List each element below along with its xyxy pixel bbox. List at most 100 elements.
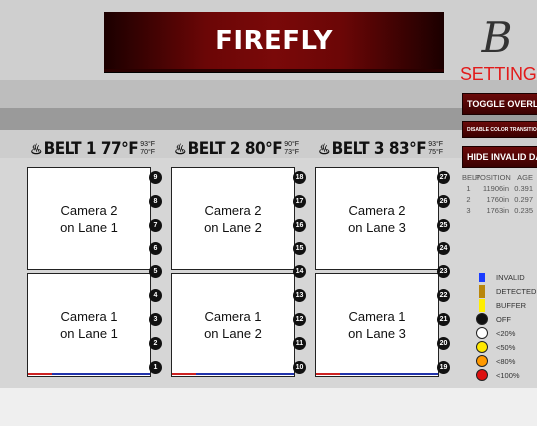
slot-indicator: 6 <box>149 242 162 255</box>
table-row: 1 11906in 0.391 <box>462 183 537 194</box>
app-title: FIREFLY <box>215 25 333 56</box>
cell-position: 11906in <box>482 184 509 193</box>
cell-belt: 3 <box>466 206 471 215</box>
slot-indicator: 4 <box>149 289 162 302</box>
camera-1-lane-3-view[interactable]: Camera 1 on Lane 3 <box>315 273 439 377</box>
belt-status-table: BELT POSITION AGE 1 11906in 0.391 2 1760… <box>462 172 537 216</box>
band-3 <box>0 108 537 130</box>
slot-indicator: 25 <box>437 219 450 232</box>
legend-swatch <box>479 298 485 312</box>
legend-item: <80% <box>476 354 536 368</box>
lane-1-red-line <box>28 373 52 375</box>
belt-1-high: 93°F <box>140 141 156 148</box>
camera-label-line1: Camera 2 <box>348 202 406 218</box>
thermometer-icon: ♨ <box>30 140 43 157</box>
camera-2-lane-2-view[interactable]: Camera 2 on Lane 2 <box>171 167 295 270</box>
slot-indicator: 9 <box>149 171 162 184</box>
legend-label: <100% <box>496 370 520 380</box>
camera-label-line1: Camera 1 <box>348 309 406 324</box>
slot-indicator: 11 <box>293 337 306 350</box>
camera-label: Camera 2 on Lane 1 <box>60 202 118 236</box>
cell-belt: 1 <box>466 184 471 193</box>
slot-indicator: 27 <box>437 171 450 184</box>
camera-label-line1: Camera 1 <box>204 309 262 324</box>
camera-label-line1: Camera 2 <box>60 202 118 218</box>
table-header-row: BELT POSITION AGE <box>462 172 537 183</box>
title-banner: FIREFLY <box>104 12 444 72</box>
bottom-band <box>0 388 537 426</box>
camera-label-line2: on Lane 3 <box>348 219 406 235</box>
slot-indicator: 1 <box>149 361 162 374</box>
legend-label: <20% <box>496 328 516 338</box>
table-row: 2 1760in 0.297 <box>462 194 537 205</box>
slot-indicator: 10 <box>293 361 306 374</box>
disable-color-transitions-button[interactable]: DISABLE COLOR TRANSITIONS <box>462 121 537 138</box>
camera-label-line2: on Lane 1 <box>60 326 118 341</box>
slot-indicator: 21 <box>437 313 450 326</box>
slot-indicator: 3 <box>149 313 162 326</box>
legend-swatch <box>476 327 488 339</box>
lane-3-red-line <box>316 373 340 375</box>
camera-label-line2: on Lane 1 <box>60 219 118 235</box>
legend-swatch <box>476 369 488 381</box>
legend-item: OFF <box>476 312 536 326</box>
camera-label-line2: on Lane 2 <box>204 219 262 235</box>
legend: INVALID DETECTED BUFFER OFF <20% <50% <8… <box>476 270 536 382</box>
slot-indicator: 24 <box>437 242 450 255</box>
settings-label: SETTINGS <box>460 64 537 84</box>
slot-indicator: 14 <box>293 265 306 278</box>
camera-1-lane-1-view[interactable]: Camera 1 on Lane 1 <box>27 273 151 377</box>
legend-swatch <box>479 272 485 282</box>
legend-label: INVALID <box>496 272 525 282</box>
belt-2-header: ♨ BELT 2 80°F 90°F 73°F <box>174 136 299 162</box>
col-position-header: POSITION <box>475 173 511 182</box>
band-2 <box>0 80 537 108</box>
slot-indicator: 8 <box>149 195 162 208</box>
belt-2-high: 90°F <box>284 141 300 148</box>
slot-indicator: 22 <box>437 289 450 302</box>
thermometer-icon: ♨ <box>318 140 331 157</box>
belt-2-temp: BELT 2 80°F <box>187 139 283 159</box>
col-belt-header: BELT <box>462 173 481 182</box>
slot-indicator: 26 <box>437 195 450 208</box>
legend-swatch <box>476 355 488 367</box>
lane-2-blue-line <box>196 373 294 375</box>
lane-2-red-line <box>172 373 196 375</box>
lane-3-blue-line <box>340 373 438 375</box>
cell-position: 1763in <box>486 206 509 215</box>
slot-indicator: 20 <box>437 337 450 350</box>
legend-label: <50% <box>496 342 516 352</box>
legend-swatch <box>476 341 488 353</box>
slot-indicator: 19 <box>437 361 450 374</box>
belt-3-low: 75°F <box>428 149 444 156</box>
slot-indicator: 12 <box>293 313 306 326</box>
toggle-overlays-button[interactable]: TOGGLE OVERLAYS <box>462 93 537 115</box>
camera-label: Camera 1 on Lane 1 <box>60 308 118 342</box>
cell-position: 1760in <box>486 195 509 204</box>
belt-2-low: 73°F <box>284 149 300 156</box>
col-age-header: AGE <box>517 173 533 182</box>
camera-label: Camera 1 on Lane 3 <box>348 308 406 342</box>
camera-1-lane-2-view[interactable]: Camera 1 on Lane 2 <box>171 273 295 377</box>
cell-age: 0.297 <box>514 195 533 204</box>
cell-age: 0.235 <box>514 206 533 215</box>
belt-3-high: 93°F <box>428 141 444 148</box>
camera-2-lane-3-view[interactable]: Camera 2 on Lane 3 <box>315 167 439 270</box>
lane-1-blue-line <box>52 373 150 375</box>
belt-3-temp: BELT 3 83°F <box>331 139 427 159</box>
slot-indicator: 7 <box>149 219 162 232</box>
legend-label: <80% <box>496 356 516 366</box>
belt-1-temp: BELT 1 77°F <box>43 139 139 159</box>
camera-2-lane-1-view[interactable]: Camera 2 on Lane 1 <box>27 167 151 270</box>
camera-label: Camera 1 on Lane 2 <box>204 308 262 342</box>
slot-indicator: 18 <box>293 171 306 184</box>
legend-label: DETECTED <box>496 286 537 296</box>
legend-item: DETECTED <box>476 284 536 298</box>
legend-item: <20% <box>476 326 536 340</box>
slot-indicator: 16 <box>293 219 306 232</box>
belt-3-header: ♨ BELT 3 83°F 93°F 75°F <box>318 136 443 162</box>
hide-invalid-data-button[interactable]: HIDE INVALID DATA <box>462 146 537 168</box>
slot-indicator: 23 <box>437 265 450 278</box>
belt-1-header: ♨ BELT 1 77°F 93°F 70°F <box>30 136 155 162</box>
belt-3-range: 93°F 75°F <box>428 141 443 157</box>
